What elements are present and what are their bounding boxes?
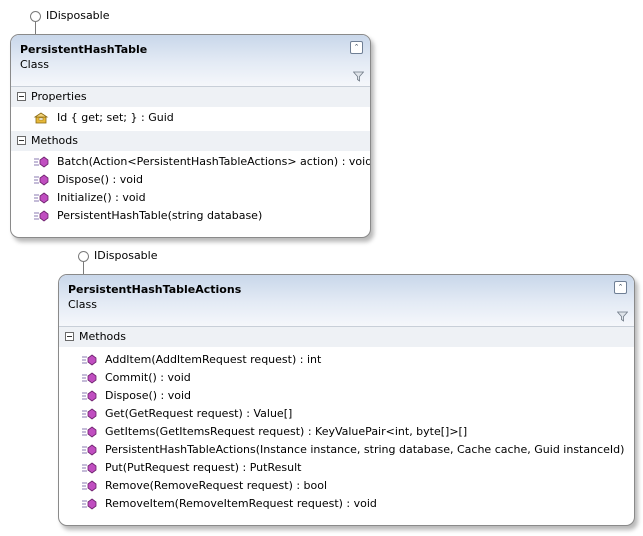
methods-list: Batch(Action<PersistentHashTableActions>… xyxy=(11,151,370,229)
member-text: Id { get; set; } : Guid xyxy=(57,111,174,124)
member-text: PersistentHashTable(string database) xyxy=(57,209,263,222)
compartment-header-methods[interactable]: Methods xyxy=(11,131,370,151)
class-kind: Class xyxy=(68,298,97,311)
collapse-minus-icon[interactable] xyxy=(17,92,26,101)
compartment-title: Properties xyxy=(31,90,87,103)
methods-list: AddItem(AddItemRequest request) : int Co… xyxy=(59,347,634,517)
method-icon xyxy=(82,354,97,366)
method-icon xyxy=(34,174,49,186)
member-text: PersistentHashTableActions(Instance inst… xyxy=(105,443,625,456)
compartment-title: Methods xyxy=(79,330,126,343)
method-icon xyxy=(82,462,97,474)
method-icon xyxy=(82,372,97,384)
method-icon xyxy=(34,156,49,168)
class-name: PersistentHashTableActions xyxy=(68,283,242,296)
collapse-chevron-icon[interactable]: ⌃ xyxy=(350,41,363,54)
class-shape-persistent-hash-table[interactable]: PersistentHashTable Class ⌃ Properties I… xyxy=(10,34,371,238)
member-text: RemoveItem(RemoveItemRequest request) : … xyxy=(105,497,377,510)
interface-circle-icon xyxy=(78,251,89,262)
member-text: Commit() : void xyxy=(105,371,191,384)
compartment-title: Methods xyxy=(31,134,78,147)
class-header: PersistentHashTableActions Class ⌃ xyxy=(59,275,634,327)
method-icon xyxy=(82,426,97,438)
member-text: Remove(RemoveRequest request) : bool xyxy=(105,479,328,492)
member-item[interactable]: AddItem(AddItemRequest request) : int xyxy=(59,351,634,369)
member-item[interactable]: Remove(RemoveRequest request) : bool xyxy=(59,477,634,495)
member-item[interactable]: Dispose() : void xyxy=(11,171,370,189)
method-icon xyxy=(82,390,97,402)
collapse-chevron-icon[interactable]: ⌃ xyxy=(614,281,627,294)
method-icon xyxy=(34,210,49,222)
member-item[interactable]: Batch(Action<PersistentHashTableActions>… xyxy=(11,153,370,171)
member-text: Get(GetRequest request) : Value[] xyxy=(105,407,293,420)
member-item[interactable]: Dispose() : void xyxy=(59,387,634,405)
filter-icon[interactable] xyxy=(617,311,628,322)
method-icon xyxy=(82,444,97,456)
member-item[interactable]: Put(PutRequest request) : PutResult xyxy=(59,459,634,477)
member-text: Dispose() : void xyxy=(57,173,144,186)
class-kind: Class xyxy=(20,58,49,71)
member-text: Initialize() : void xyxy=(57,191,146,204)
member-text: GetItems(GetItemsRequest request) : KeyV… xyxy=(105,425,468,438)
member-item[interactable]: PersistentHashTableActions(Instance inst… xyxy=(59,441,634,459)
class-shape-persistent-hash-table-actions[interactable]: PersistentHashTableActions Class ⌃ Metho… xyxy=(58,274,635,526)
member-item[interactable]: RemoveItem(RemoveItemRequest request) : … xyxy=(59,495,634,513)
member-text: Batch(Action<PersistentHashTableActions>… xyxy=(57,155,371,168)
method-icon xyxy=(34,192,49,204)
interface-label: IDisposable xyxy=(46,9,110,22)
method-icon xyxy=(82,408,97,420)
method-icon xyxy=(82,480,97,492)
interface-circle-icon xyxy=(30,11,41,22)
method-icon xyxy=(82,498,97,510)
property-icon xyxy=(33,112,49,124)
class-header: PersistentHashTable Class ⌃ xyxy=(11,35,370,87)
collapse-minus-icon[interactable] xyxy=(65,332,74,341)
compartment-header-methods[interactable]: Methods xyxy=(59,327,634,347)
member-text: Dispose() : void xyxy=(105,389,192,402)
filter-icon[interactable] xyxy=(353,71,364,82)
member-item[interactable]: PersistentHashTable(string database) xyxy=(11,207,370,225)
member-item[interactable]: Get(GetRequest request) : Value[] xyxy=(59,405,634,423)
member-item[interactable]: Commit() : void xyxy=(59,369,634,387)
compartment-header-properties[interactable]: Properties xyxy=(11,87,370,107)
collapse-minus-icon[interactable] xyxy=(17,136,26,145)
member-text: Put(PutRequest request) : PutResult xyxy=(105,461,302,474)
member-item[interactable]: Id { get; set; } : Guid xyxy=(11,109,370,127)
member-item[interactable]: GetItems(GetItemsRequest request) : KeyV… xyxy=(59,423,634,441)
class-name: PersistentHashTable xyxy=(20,43,148,56)
member-text: AddItem(AddItemRequest request) : int xyxy=(105,353,322,366)
member-item[interactable]: Initialize() : void xyxy=(11,189,370,207)
properties-list: Id { get; set; } : Guid xyxy=(11,107,370,131)
interface-label: IDisposable xyxy=(94,249,158,262)
